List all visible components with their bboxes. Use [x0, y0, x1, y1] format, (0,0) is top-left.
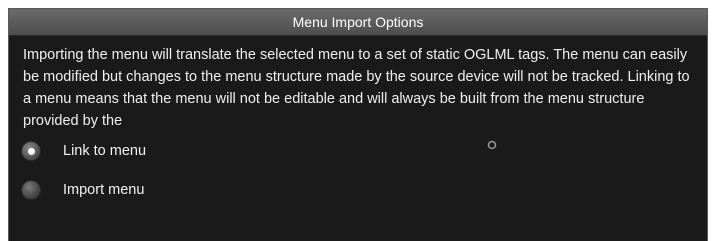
dialog-description: Importing the menu will translate the se…: [23, 47, 690, 129]
import-menu-radio[interactable]: [21, 180, 41, 200]
option-link-to-menu[interactable]: Link to menu: [21, 140, 707, 162]
radio-selected-dot: [28, 148, 35, 155]
link-to-menu-radio[interactable]: [21, 141, 41, 161]
dialog-title: Menu Import Options: [9, 9, 707, 36]
menu-import-dialog: Menu Import Options Importing the menu w…: [8, 8, 708, 241]
busy-cursor-icon: [487, 140, 497, 150]
import-menu-label[interactable]: Import menu: [63, 182, 144, 198]
import-options-group: Link to menu Import menu: [21, 140, 707, 201]
link-to-menu-label[interactable]: Link to menu: [63, 143, 146, 159]
option-import-menu[interactable]: Import menu: [21, 179, 707, 201]
